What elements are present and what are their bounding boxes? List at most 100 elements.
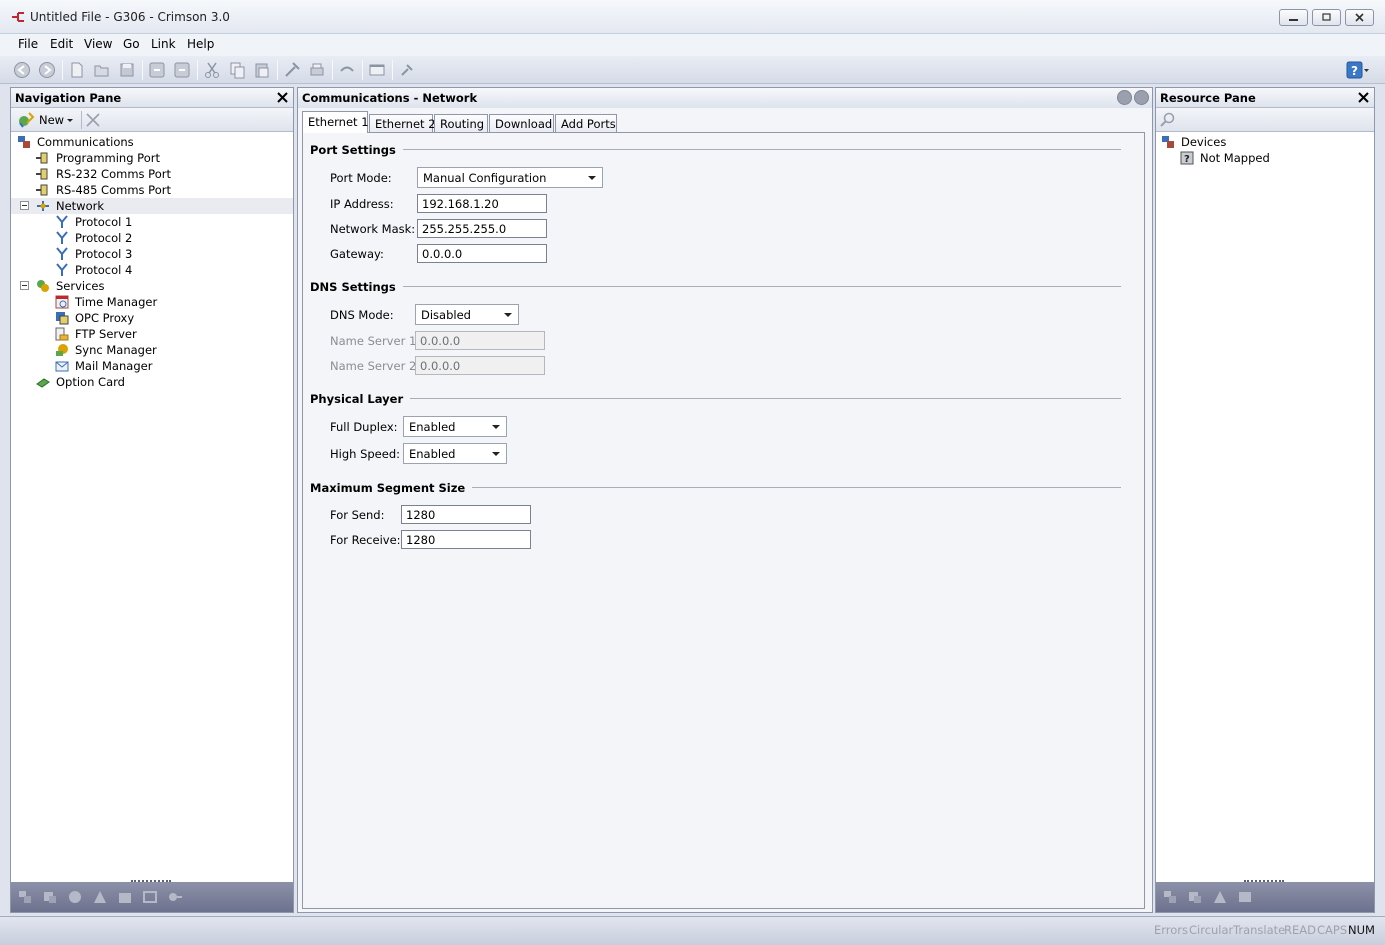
tree-item-protocol-3[interactable]: Protocol 3 <box>11 246 293 262</box>
resource-communications-icon[interactable] <box>1162 889 1178 905</box>
category-display-pages-icon[interactable] <box>67 889 83 905</box>
status-errors: Errors <box>1154 923 1189 937</box>
undo-icon[interactable] <box>148 61 166 79</box>
dns-settings-title: DNS Settings <box>310 280 403 294</box>
chevron-down-icon <box>492 425 500 429</box>
tree-item-services[interactable]: Services <box>11 278 293 294</box>
name-server-1-input[interactable]: 0.0.0.0 <box>415 331 545 350</box>
tree-item-network[interactable]: Network <box>11 198 293 214</box>
category-security-icon[interactable] <box>167 889 183 905</box>
high-speed-value: Enabled <box>409 447 456 461</box>
option-card-icon <box>36 378 50 388</box>
paste-icon[interactable] <box>253 61 271 79</box>
name-server-2-input[interactable]: 0.0.0.0 <box>415 356 545 375</box>
menu-go[interactable]: Go <box>123 37 140 51</box>
menu-view[interactable]: View <box>84 37 112 51</box>
print-icon[interactable] <box>308 61 326 79</box>
resource-data-tags-icon[interactable] <box>1187 889 1203 905</box>
tree-item-communications[interactable]: Communications <box>11 134 293 150</box>
new-file-icon[interactable] <box>68 61 86 79</box>
tab-ethernet-2[interactable]: Ethernet 2 <box>369 114 436 133</box>
resource-programs-icon[interactable] <box>1212 889 1228 905</box>
tree-item-sync-manager[interactable]: Sync Manager <box>11 342 293 358</box>
tree-item-ftp-server[interactable]: FTP Server <box>11 326 293 342</box>
gateway-input[interactable]: 0.0.0.0 <box>417 244 547 263</box>
pin-icon[interactable] <box>398 61 416 79</box>
tree-item-mail-manager[interactable]: Mail Manager <box>11 358 293 374</box>
link-icon[interactable] <box>338 61 356 79</box>
category-data-logger-icon[interactable] <box>142 889 158 905</box>
tree-item-label: Protocol 3 <box>75 247 133 261</box>
tree-item-protocol-1[interactable]: Protocol 1 <box>11 214 293 230</box>
search-icon[interactable] <box>1160 112 1176 128</box>
next-item-icon[interactable] <box>1117 90 1132 105</box>
save-icon[interactable] <box>118 61 136 79</box>
network-mask-input[interactable]: 255.255.255.0 <box>417 219 547 238</box>
port-mode-value: Manual Configuration <box>423 171 547 185</box>
tree-item-label: OPC Proxy <box>75 311 135 325</box>
time-manager-icon <box>55 295 69 309</box>
resource-system-icon[interactable] <box>1237 889 1253 905</box>
menu-help[interactable]: Help <box>187 37 214 51</box>
window-icon[interactable] <box>368 61 386 79</box>
tree-item-devices[interactable]: Devices <box>1156 134 1374 150</box>
category-programs-icon[interactable] <box>92 889 108 905</box>
tree-item-not-mapped[interactable]: ? Not Mapped <box>1156 150 1374 166</box>
close-icon[interactable] <box>276 91 289 104</box>
dns-mode-value: Disabled <box>421 308 471 322</box>
minimize-button[interactable] <box>1279 9 1308 26</box>
dns-mode-select[interactable]: Disabled <box>415 304 519 325</box>
menu-edit[interactable]: Edit <box>50 37 73 51</box>
help-icon[interactable]: ? <box>1346 61 1370 79</box>
forward-icon[interactable] <box>38 61 56 79</box>
ip-address-input[interactable]: 192.168.1.20 <box>417 194 547 213</box>
resize-grip[interactable] <box>131 880 171 883</box>
category-web-server-icon[interactable] <box>117 889 133 905</box>
previous-item-icon[interactable] <box>1134 90 1149 105</box>
tree-item-opc-proxy[interactable]: OPC Proxy <box>11 310 293 326</box>
name-server-1-label: Name Server 1: <box>330 334 421 348</box>
collapse-toggle[interactable] <box>20 201 29 210</box>
tree-item-time-manager[interactable]: Time Manager <box>11 294 293 310</box>
editor-title: Communications - Network <box>302 91 478 105</box>
resize-grip[interactable] <box>1244 880 1284 883</box>
tab-download[interactable]: Download <box>489 114 554 133</box>
tree-item-protocol-4[interactable]: Protocol 4 <box>11 262 293 278</box>
redo-icon[interactable] <box>173 61 191 79</box>
for-receive-input[interactable]: 1280 <box>401 530 531 549</box>
for-send-input[interactable]: 1280 <box>401 505 531 524</box>
category-data-tags-icon[interactable] <box>42 889 58 905</box>
devices-icon <box>1162 136 1174 148</box>
tree-item-label: Communications <box>37 135 134 149</box>
tab-routing[interactable]: Routing <box>434 114 488 133</box>
tree-item-option-card[interactable]: Option Card <box>11 374 293 390</box>
copy-icon[interactable] <box>228 61 246 79</box>
tree-item-rs485-port[interactable]: RS-485 Comms Port <box>11 182 293 198</box>
tree-item-protocol-2[interactable]: Protocol 2 <box>11 230 293 246</box>
category-communications-icon[interactable] <box>17 889 33 905</box>
navigation-pane-title: Navigation Pane <box>15 91 122 105</box>
tree-item-programming-port[interactable]: Programming Port <box>11 150 293 166</box>
status-bar: Errors Circular Translate READ CAPS NUM <box>0 916 1385 945</box>
tab-add-ports[interactable]: Add Ports <box>555 114 617 133</box>
close-icon[interactable] <box>1357 91 1370 104</box>
open-icon[interactable] <box>93 61 111 79</box>
collapse-toggle[interactable] <box>20 281 29 290</box>
tree-item-rs232-port[interactable]: RS-232 Comms Port <box>11 166 293 182</box>
tools-icon[interactable] <box>283 61 301 79</box>
tree-item-label: RS-232 Comms Port <box>56 167 171 181</box>
cut-icon[interactable] <box>203 61 221 79</box>
back-icon[interactable] <box>13 61 31 79</box>
tab-ethernet-1[interactable]: Ethernet 1 <box>302 111 369 133</box>
new-button[interactable]: New <box>17 111 81 129</box>
restore-button[interactable] <box>1312 9 1341 26</box>
delete-icon[interactable] <box>85 112 101 128</box>
port-mode-select[interactable]: Manual Configuration <box>417 167 603 188</box>
full-duplex-select[interactable]: Enabled <box>403 416 507 437</box>
menu-link[interactable]: Link <box>151 37 176 51</box>
close-window-button[interactable] <box>1345 9 1374 26</box>
high-speed-select[interactable]: Enabled <box>403 443 507 464</box>
resource-pane-title: Resource Pane <box>1160 91 1256 105</box>
menu-file[interactable]: File <box>18 37 38 51</box>
resource-pane-header: Resource Pane <box>1156 88 1374 108</box>
